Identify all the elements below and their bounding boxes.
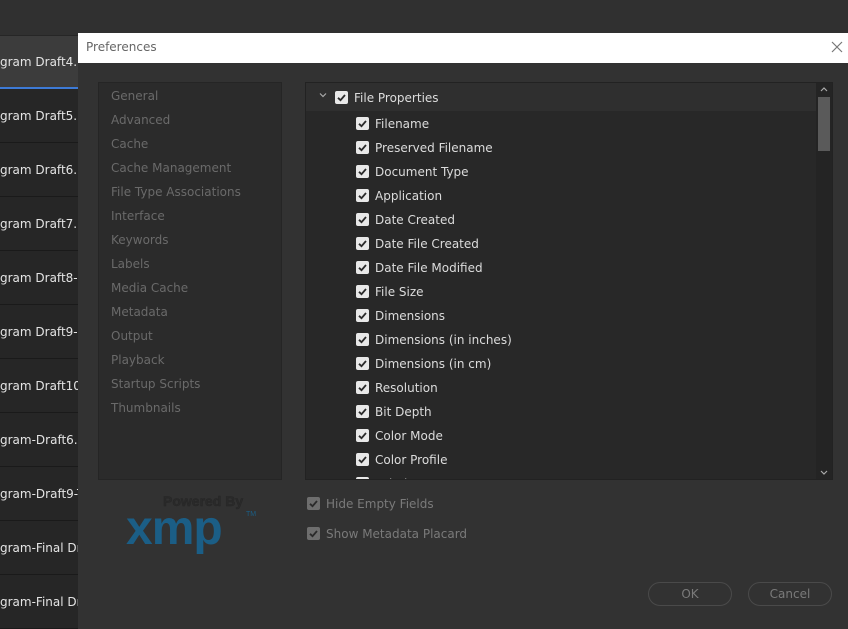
background-list-item[interactable]: gram Draft7.in [0,198,78,251]
background-list-item[interactable]: gram-Draft6.pc [0,414,78,467]
field-checkbox-color-mode[interactable] [356,429,369,442]
nav-item-interface[interactable]: Interface [111,209,165,223]
field-row-date-created[interactable]: Date Created [306,213,806,233]
xmp-logo: Powered By xmp TM [126,492,262,555]
field-row-label[interactable]: Label [306,477,806,479]
field-label-dimensions: Dimensions [375,309,446,323]
field-checkbox-filename[interactable] [356,117,369,130]
field-checkbox-file-size[interactable] [356,285,369,298]
field-row-preserved-filename[interactable]: Preserved Filename [306,141,806,161]
nav-item-thumbnails[interactable]: Thumbnails [111,401,181,415]
close-icon [831,41,843,53]
dialog-title: Preferences [86,40,157,54]
background-file-list: gram Draft4.ingram Draft5.ingram Draft6.… [0,35,78,629]
field-row-dimensions-in-inches[interactable]: Dimensions (in inches) [306,333,806,353]
field-label-date-file-created: Date File Created [375,237,479,251]
field-checkbox-dimensions-in-inches[interactable] [356,333,369,346]
background-list-item[interactable]: gram Draft6.in [0,144,78,197]
background-list-item[interactable]: gram Draft9-La [0,306,78,359]
field-row-dimensions[interactable]: Dimensions [306,309,806,329]
field-row-date-file-modified[interactable]: Date File Modified [306,261,806,281]
field-row-color-profile[interactable]: Color Profile [306,453,806,473]
chevron-down-icon[interactable] [317,89,329,101]
metadata-fields-panel: File Properties Filename Preserved Filena… [305,82,833,480]
preferences-dialog: Preferences General Advanced Cache Cache Ma… [78,33,848,629]
field-checkbox-application[interactable] [356,189,369,202]
background-list-item[interactable]: gram-Draft9-Ti [0,468,78,521]
field-row-filename[interactable]: Filename [306,117,806,137]
nav-item-cache[interactable]: Cache [111,137,148,151]
field-label-application: Application [375,189,443,203]
nav-item-general[interactable]: General [111,89,158,103]
field-label-bit-depth: Bit Depth [375,405,432,419]
svg-text:TM: TM [246,511,256,518]
dialog-titlebar: Preferences [78,33,848,63]
background-list-item[interactable]: gram-Final Draf [0,522,78,575]
file-properties-row[interactable]: File Properties [306,83,817,111]
field-label-filename: Filename [375,117,430,131]
field-checkbox-date-file-modified[interactable] [356,261,369,274]
field-row-resolution[interactable]: Resolution [306,381,806,401]
nav-item-startup-scripts[interactable]: Startup Scripts [111,377,200,391]
panel-scrollbar[interactable] [816,83,832,479]
background-list-item[interactable]: gram-Final Dra [0,576,78,629]
field-checkbox-preserved-filename[interactable] [356,141,369,154]
field-checkbox-dimensions-in-cm[interactable] [356,357,369,370]
svg-text:xmp: xmp [126,502,222,554]
scrollbar-thumb[interactable] [818,97,830,151]
field-checkbox-date-created[interactable] [356,213,369,226]
field-label-date-file-modified: Date File Modified [375,261,483,275]
field-label-label: Label [375,477,407,479]
field-checkbox-resolution[interactable] [356,381,369,394]
show-metadata-placard-label: Show Metadata Placard [326,527,468,541]
nav-item-cache-management[interactable]: Cache Management [111,161,231,175]
field-label-resolution: Resolution [375,381,438,395]
field-checkbox-document-type[interactable] [356,165,369,178]
nav-item-advanced[interactable]: Advanced [111,113,170,127]
field-checkbox-bit-depth[interactable] [356,405,369,418]
field-row-document-type[interactable]: Document Type [306,165,806,185]
field-checkbox-date-file-created[interactable] [356,237,369,250]
nav-item-keywords[interactable]: Keywords [111,233,169,247]
field-row-dimensions-in-cm[interactable]: Dimensions (in cm) [306,357,806,377]
field-row-date-file-created[interactable]: Date File Created [306,237,806,257]
nav-item-file-type-associations[interactable]: File Type Associations [111,185,241,199]
field-label-document-type: Document Type [375,165,469,179]
field-label-file-size: File Size [375,285,424,299]
file-properties-checkbox[interactable] [335,91,348,104]
nav-item-labels[interactable]: Labels [111,257,150,271]
field-label-preserved-filename: Preserved Filename [375,141,493,155]
scroll-down-icon[interactable] [816,467,832,479]
field-label-color-mode: Color Mode [375,429,443,443]
background-list-item[interactable]: gram Draft10-l [0,360,78,413]
field-label-date-created: Date Created [375,213,455,227]
field-checkbox-color-profile[interactable] [356,453,369,466]
hide-empty-fields-label: Hide Empty Fields [326,497,434,511]
nav-item-media-cache[interactable]: Media Cache [111,281,188,295]
field-row-color-mode[interactable]: Color Mode [306,429,806,449]
cancel-button[interactable]: Cancel [748,582,832,606]
nav-item-output[interactable]: Output [111,329,153,343]
file-properties-label: File Properties [354,91,439,105]
background-list-item[interactable]: gram Draft5.in [0,90,78,143]
field-checkbox-dimensions[interactable] [356,309,369,322]
field-label-color-profile: Color Profile [375,453,448,467]
field-row-file-size[interactable]: File Size [306,285,806,305]
close-button[interactable] [828,38,846,56]
ok-button[interactable]: OK [648,582,732,606]
field-label-dimensions-in-inches: Dimensions (in inches) [375,333,512,347]
background-list-item[interactable]: gram Draft4.in [0,36,78,89]
field-row-bit-depth[interactable]: Bit Depth [306,405,806,425]
scroll-up-icon[interactable] [816,83,832,95]
field-checkbox-label[interactable] [356,477,369,479]
app-top-bar [0,0,848,35]
field-label-dimensions-in-cm: Dimensions (in cm) [375,357,492,371]
background-list-item[interactable]: gram Draft8-Le [0,252,78,305]
nav-item-playback[interactable]: Playback [111,353,165,367]
nav-item-metadata[interactable]: Metadata [111,305,168,319]
field-row-application[interactable]: Application [306,189,806,209]
show-metadata-placard-checkbox[interactable] [307,527,320,540]
hide-empty-fields-checkbox[interactable] [307,497,320,510]
preferences-nav: General Advanced Cache Cache Management File… [98,82,282,480]
